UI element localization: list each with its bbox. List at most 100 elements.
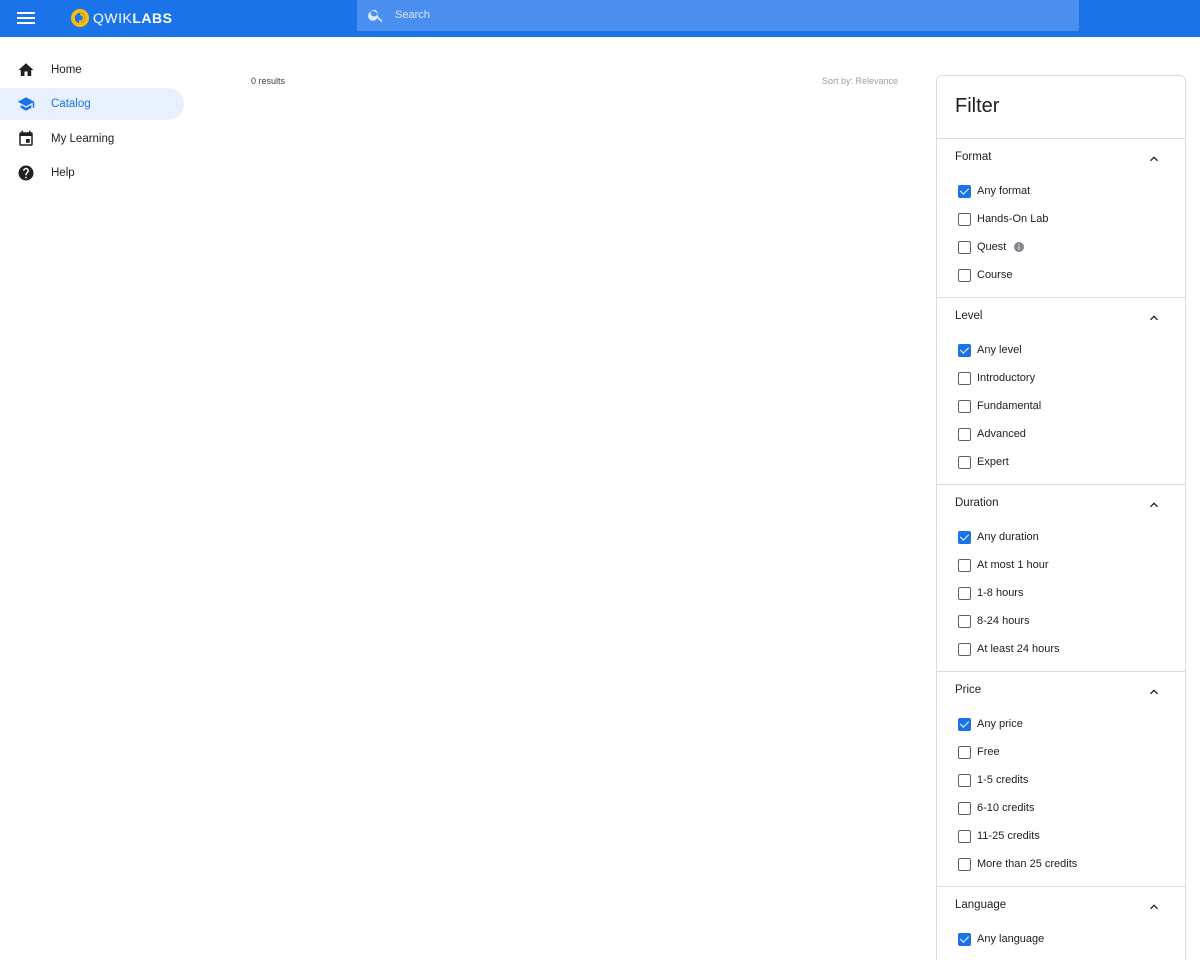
checkbox-label: At most 1 hour: [977, 559, 1049, 571]
sidebar-item-my-learning[interactable]: My Learning: [0, 123, 184, 155]
section-header-language[interactable]: Language: [937, 887, 1185, 925]
sidebar-item-home[interactable]: Home: [0, 54, 184, 86]
checkbox-box[interactable]: [958, 773, 971, 787]
checkbox-box[interactable]: [958, 586, 971, 600]
checkbox-1-8-hours[interactable]: 1-8 hours: [958, 585, 1023, 601]
checkbox-any-language[interactable]: Any language: [958, 931, 1044, 947]
checkbox-label: Free: [977, 746, 1000, 758]
checkbox-box[interactable]: [958, 857, 971, 871]
checkbox-label: Fundamental: [977, 400, 1042, 412]
checkbox-at-least-24-hours[interactable]: At least 24 hours: [958, 641, 1060, 657]
filter-section-price: Price Any price Free 1-5 credits 6-10 cr…: [937, 671, 1185, 886]
checkbox-quest[interactable]: Quest: [958, 239, 1025, 255]
checkbox-box[interactable]: [958, 427, 971, 441]
checkbox-introductory[interactable]: Introductory: [958, 370, 1035, 386]
checkbox-box[interactable]: [958, 642, 971, 656]
checkbox-expert[interactable]: Expert: [958, 454, 1009, 470]
checkbox-any-price[interactable]: Any price: [958, 716, 1023, 732]
menu-icon[interactable]: [14, 6, 38, 30]
checkbox-label: 6-10 credits: [977, 802, 1035, 814]
checkbox-label: Expert: [977, 456, 1009, 468]
checkbox-box[interactable]: [958, 371, 971, 385]
checkbox-box[interactable]: [958, 455, 971, 469]
sidebar-nav: Home Catalog My Learning Help: [0, 54, 184, 191]
section-title: Price: [955, 684, 982, 696]
section-title: Language: [955, 899, 1007, 911]
sidebar-item-label: My Learning: [51, 132, 115, 145]
checkbox-any-duration[interactable]: Any duration: [958, 529, 1039, 545]
checkbox-box[interactable]: [958, 240, 971, 254]
checkbox-1-5-credits[interactable]: 1-5 credits: [958, 772, 1028, 788]
checkbox-label: Any duration: [977, 531, 1039, 543]
checkbox-at-most-1-hour[interactable]: At most 1 hour: [958, 557, 1049, 573]
checkbox-label: Hands-On Lab: [977, 213, 1049, 225]
info-icon[interactable]: [1013, 241, 1025, 253]
brand-name: QWIKLABS: [93, 10, 173, 26]
help-icon: [18, 165, 34, 181]
checkbox-label: Any format: [977, 185, 1031, 197]
sidebar-item-help[interactable]: Help: [0, 157, 184, 189]
chevron-up-icon: [1150, 156, 1158, 162]
chevron-up-icon: [1150, 315, 1158, 321]
checkbox-6-10-credits[interactable]: 6-10 credits: [958, 800, 1034, 816]
checkbox-any-level[interactable]: Any level: [958, 342, 1022, 358]
checkbox-advanced[interactable]: Advanced: [958, 426, 1026, 442]
section-header-price[interactable]: Price: [937, 672, 1185, 710]
checkbox-label: Any price: [977, 718, 1023, 730]
checkbox-course[interactable]: Course: [958, 267, 1012, 283]
school-icon: [17, 97, 35, 112]
checkbox-11-25-credits[interactable]: 11-25 credits: [958, 828, 1040, 844]
checkbox-box[interactable]: [958, 558, 971, 572]
filter-section-level: Level Any level Introductory Fundamental…: [937, 297, 1185, 484]
section-header-format[interactable]: Format: [937, 139, 1185, 177]
checkbox-any-format[interactable]: Any format: [958, 183, 1030, 199]
checkbox-label: 11-25 credits: [977, 830, 1040, 842]
calendar-icon: [19, 130, 33, 146]
checkbox-box[interactable]: [958, 614, 971, 628]
filter-section-duration: Duration Any duration At most 1 hour 1-8…: [937, 484, 1185, 671]
sidebar-item-label: Help: [51, 166, 75, 179]
checkbox-box[interactable]: [958, 268, 971, 282]
sidebar-item-catalog[interactable]: Catalog: [0, 88, 184, 121]
checkbox-fundamental[interactable]: Fundamental: [958, 398, 1041, 414]
checkbox-box[interactable]: [958, 343, 971, 357]
search-input[interactable]: [395, 4, 1065, 26]
checkbox-free[interactable]: Free: [958, 744, 1000, 760]
checkbox-box[interactable]: [958, 399, 971, 413]
checkbox-label: Advanced: [977, 428, 1026, 440]
home-icon: [18, 63, 34, 76]
checkbox-label: Any language: [977, 933, 1045, 945]
checkbox-box[interactable]: [958, 212, 971, 226]
section-title: Duration: [955, 497, 999, 509]
checkbox-box[interactable]: [958, 745, 971, 759]
section-header-duration[interactable]: Duration: [937, 485, 1185, 523]
checkbox-label: Any level: [977, 344, 1022, 356]
checkbox-box[interactable]: [958, 932, 971, 946]
sort-by-dropdown[interactable]: Sort by: Relevance: [822, 76, 898, 86]
checkbox-more-than-25-credits[interactable]: More than 25 credits: [958, 856, 1077, 872]
checkbox-label: Introductory: [977, 372, 1036, 384]
section-header-level[interactable]: Level: [937, 298, 1185, 336]
chevron-up-icon: [1150, 689, 1158, 695]
section-title: Format: [955, 151, 992, 163]
qwiklabs-logo[interactable]: QWIKLABS: [70, 5, 172, 31]
checkbox-label: 1-5 credits: [977, 774, 1029, 786]
filter-title: Filter: [955, 95, 1000, 117]
checkbox-hands-on-lab[interactable]: Hands-On Lab: [958, 211, 1049, 227]
filter-panel: Filter Format Any format Hands-On Lab Qu…: [936, 75, 1186, 960]
checkbox-box[interactable]: [958, 717, 971, 731]
chevron-up-icon: [1150, 904, 1158, 910]
filter-section-format: Format Any format Hands-On Lab Quest Cou…: [937, 138, 1185, 297]
section-title: Level: [955, 310, 983, 322]
qwiklabs-logo-icon: [71, 9, 89, 27]
filter-section-language: Language Any language: [937, 886, 1185, 960]
checkbox-box[interactable]: [958, 801, 971, 815]
checkbox-label: Quest: [977, 241, 1007, 253]
sidebar-item-label: Catalog: [51, 98, 91, 111]
checkbox-8-24-hours[interactable]: 8-24 hours: [958, 613, 1030, 629]
checkbox-box[interactable]: [958, 184, 971, 198]
checkbox-box[interactable]: [958, 829, 971, 843]
checkbox-box[interactable]: [958, 530, 971, 544]
search-bar[interactable]: [357, 0, 1079, 31]
checkbox-label: 1-8 hours: [977, 587, 1024, 599]
